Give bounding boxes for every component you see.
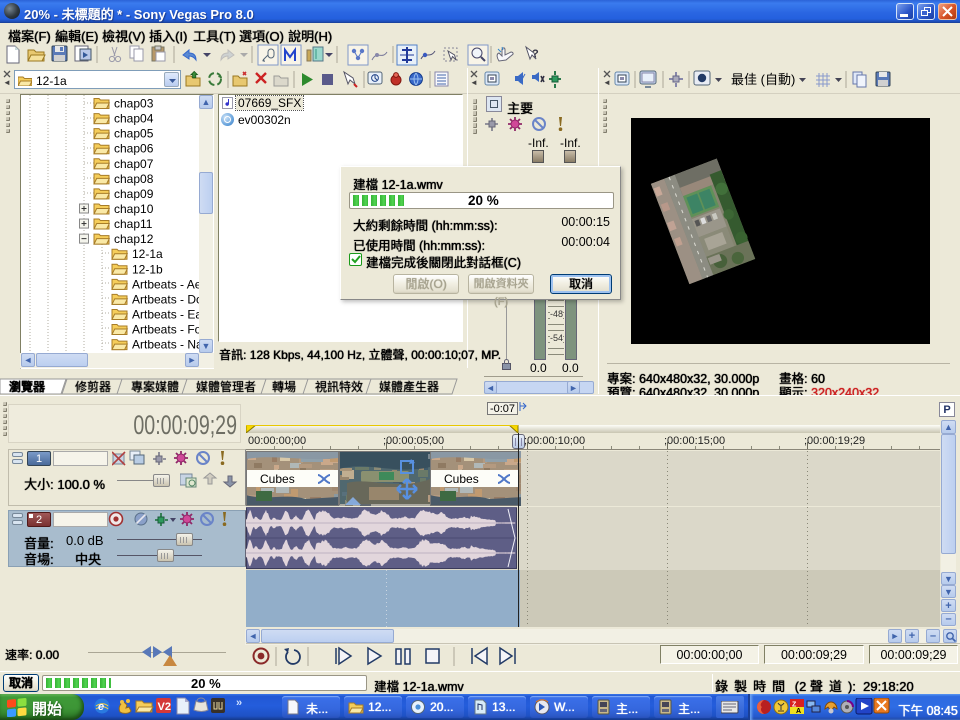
svg-text:chap11: chap11 xyxy=(114,217,153,231)
svg-text:媒體產生器: 媒體產生器 xyxy=(379,379,439,394)
svg-text:最佳 (自動): 最佳 (自動) xyxy=(731,72,795,87)
svg-text:chap04: chap04 xyxy=(114,112,154,126)
svg-text:Artbeats - Aeria: Artbeats - Aeria xyxy=(132,277,199,291)
svg-text:Artbeats - Earth: Artbeats - Earth xyxy=(132,307,199,321)
svg-text:chap07: chap07 xyxy=(114,157,154,171)
svg-text:專案媒體: 專案媒體 xyxy=(131,379,179,394)
svg-text:chap08: chap08 xyxy=(114,172,154,186)
svg-text:Cubes: Cubes xyxy=(260,472,295,486)
svg-text:?: ? xyxy=(532,48,539,60)
svg-text:chap12: chap12 xyxy=(114,232,154,246)
svg-text:12-1b: 12-1b xyxy=(132,262,163,276)
svg-text:Artbeats - Dolp: Artbeats - Dolp xyxy=(132,292,199,306)
svg-text:Artbeats - Natu: Artbeats - Natu xyxy=(132,338,199,352)
svg-text:e: e xyxy=(98,701,104,713)
svg-text:chap05: chap05 xyxy=(114,127,154,141)
svg-text:媒體管理者: 媒體管理者 xyxy=(196,379,256,394)
svg-text:Cubes: Cubes xyxy=(444,472,479,486)
svg-text:A: A xyxy=(796,708,801,715)
svg-text:視訊特效: 視訊特效 xyxy=(315,379,363,394)
svg-text:瀏覽器: 瀏覽器 xyxy=(9,379,46,394)
svg-text:chap10: chap10 xyxy=(114,202,154,216)
svg-text:Artbeats - Food: Artbeats - Food xyxy=(132,323,199,337)
svg-text:12-1a: 12-1a xyxy=(132,247,163,261)
svg-text:chap09: chap09 xyxy=(114,187,154,201)
svg-text:修剪器: 修剪器 xyxy=(75,379,111,394)
svg-text:chap03: chap03 xyxy=(114,97,154,111)
svg-text:chap06: chap06 xyxy=(114,142,154,156)
svg-text:V2: V2 xyxy=(158,701,171,713)
svg-text:»: » xyxy=(236,697,242,709)
svg-text:轉場: 轉場 xyxy=(272,380,296,394)
